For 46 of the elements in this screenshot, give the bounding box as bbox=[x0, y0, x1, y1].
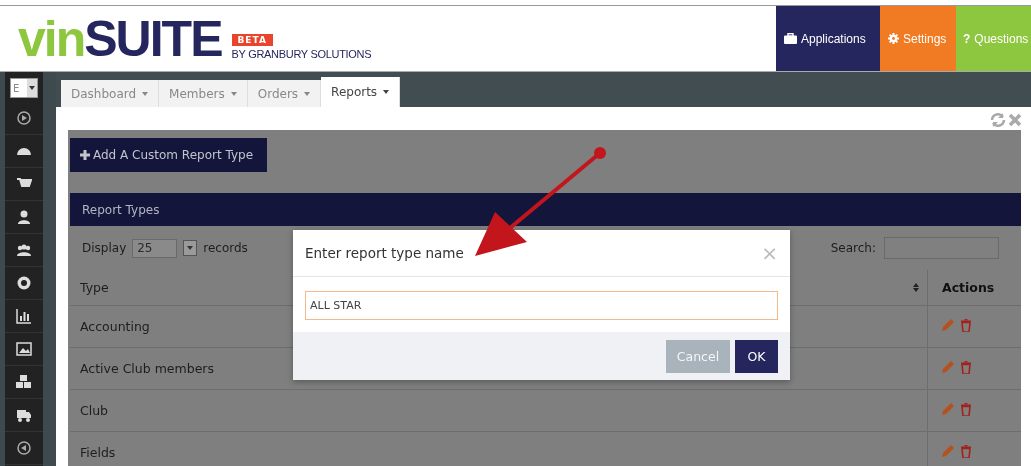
users-icon[interactable] bbox=[16, 242, 32, 258]
add-report-type-button[interactable]: Add A Custom Report Type bbox=[70, 138, 267, 172]
table-cell: Club bbox=[80, 403, 109, 418]
cancel-button[interactable]: Cancel bbox=[666, 339, 730, 373]
back-circle-icon[interactable] bbox=[16, 440, 32, 456]
beta-badge: BETA bbox=[231, 33, 273, 46]
table-cell: Accounting bbox=[80, 319, 150, 334]
display-label: Display bbox=[82, 241, 127, 255]
caret-icon bbox=[142, 91, 149, 96]
store-select[interactable]: E bbox=[10, 78, 38, 98]
nav-tab[interactable]: Orders bbox=[247, 80, 322, 107]
panel-header: Report Types bbox=[70, 193, 1021, 226]
caret-icon[interactable] bbox=[187, 246, 194, 250]
close-button[interactable]: × bbox=[761, 236, 778, 270]
nav-tab[interactable]: Reports bbox=[321, 77, 401, 107]
byline: BY GRANBURY SOLUTIONS bbox=[231, 47, 372, 60]
play-circle-icon[interactable] bbox=[16, 110, 32, 126]
search-label: Search: bbox=[830, 241, 876, 255]
questions-link[interactable]: ? Questions bbox=[956, 6, 1031, 71]
image-icon[interactable] bbox=[16, 341, 32, 357]
bar-chart-icon[interactable] bbox=[16, 308, 32, 324]
dialog-title: Enter report type name bbox=[305, 245, 465, 261]
sort-icon[interactable] bbox=[913, 283, 919, 292]
nav-tab[interactable]: Members bbox=[159, 80, 248, 107]
gear-icon bbox=[888, 33, 899, 44]
column-header[interactable]: Type bbox=[80, 280, 109, 295]
nav-tab[interactable]: Dashboard bbox=[61, 80, 160, 107]
settings-link[interactable]: Settings bbox=[880, 6, 956, 71]
truck-icon[interactable] bbox=[16, 407, 32, 423]
caret-icon bbox=[230, 91, 237, 96]
briefcase-icon bbox=[784, 33, 797, 44]
caret-icon bbox=[29, 86, 35, 90]
applications-link[interactable]: Applications bbox=[776, 6, 880, 71]
records-label: records bbox=[203, 241, 248, 255]
ok-button[interactable]: OK bbox=[735, 339, 778, 373]
plus-icon bbox=[80, 150, 90, 160]
table-cell: Active Club members bbox=[80, 361, 214, 376]
page-size-select[interactable]: 25 bbox=[132, 238, 178, 258]
cubes-icon[interactable] bbox=[16, 374, 32, 390]
caret-icon bbox=[304, 91, 311, 96]
report-type-name-field[interactable]: ALL STAR bbox=[305, 291, 778, 320]
user-icon[interactable] bbox=[16, 209, 32, 225]
caret-icon bbox=[383, 90, 390, 94]
table-cell: Fields bbox=[80, 445, 116, 460]
column-header: Actions bbox=[942, 280, 995, 295]
logo: vinSUITE bbox=[18, 13, 222, 64]
